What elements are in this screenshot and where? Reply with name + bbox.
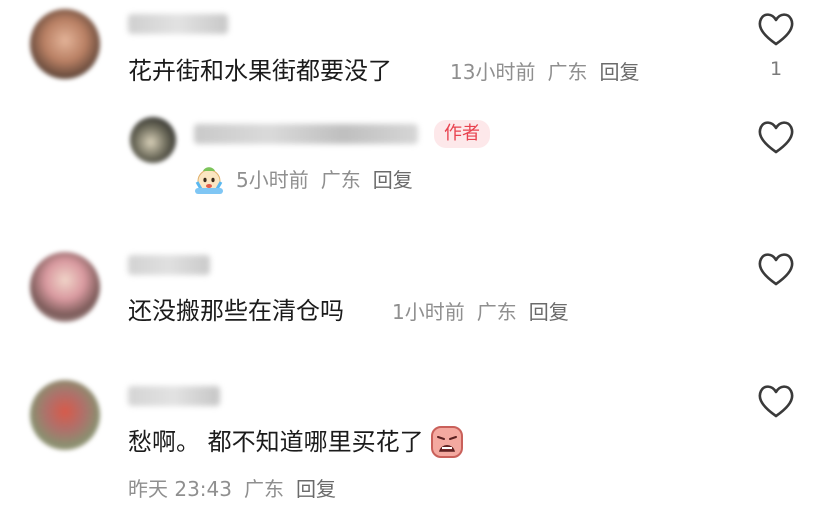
reply-button[interactable]: 回复 xyxy=(529,300,569,324)
avatar[interactable] xyxy=(130,117,176,163)
comment-meta: 昨天 23:43 广东 回复 xyxy=(128,476,348,502)
reply-emoji-line xyxy=(192,162,226,196)
like-count: 1 xyxy=(769,58,783,80)
username[interactable] xyxy=(128,255,210,275)
comment-meta: 13小时前 广东 回复 xyxy=(450,59,651,85)
comment-time: 13小时前 xyxy=(450,60,536,84)
comment-meta: 5小时前 广东 回复 xyxy=(236,167,425,193)
reply-button[interactable]: 回复 xyxy=(373,168,413,192)
heart-outline-icon[interactable] xyxy=(756,119,796,155)
comment-location: 广东 xyxy=(547,60,588,84)
comment-text: 愁啊。 都不知道哪里买花了 xyxy=(128,428,424,456)
crying-emoji-icon xyxy=(195,167,223,194)
comment-meta: 1小时前 广东 回复 xyxy=(392,299,581,325)
author-badge: 作者 xyxy=(434,120,490,148)
heart-outline-icon[interactable] xyxy=(756,251,796,287)
sad-face-emoji-icon xyxy=(430,426,463,458)
reply-button[interactable]: 回复 xyxy=(296,477,336,501)
comment-time: 1小时前 xyxy=(392,300,465,324)
reply-button[interactable]: 回复 xyxy=(599,60,639,84)
avatar[interactable] xyxy=(30,380,100,450)
heart-outline-icon[interactable] xyxy=(756,11,796,47)
heart-outline-icon[interactable] xyxy=(756,383,796,419)
avatar[interactable] xyxy=(30,252,100,322)
comment-location: 广东 xyxy=(476,300,517,324)
comment-text: 花卉街和水果街都要没了 xyxy=(128,57,392,85)
username[interactable] xyxy=(194,124,418,144)
comment-time: 5小时前 xyxy=(236,168,309,192)
avatar[interactable] xyxy=(30,9,100,79)
comment-time: 昨天 23:43 xyxy=(128,477,232,501)
username[interactable] xyxy=(128,386,220,406)
comment-location: 广东 xyxy=(320,168,361,192)
comment-text-line: 愁啊。 都不知道哪里买花了 xyxy=(128,424,465,464)
comment-text: 还没搬那些在清仓吗 xyxy=(128,297,344,325)
comment-location: 广东 xyxy=(244,477,284,501)
username[interactable] xyxy=(128,14,228,34)
